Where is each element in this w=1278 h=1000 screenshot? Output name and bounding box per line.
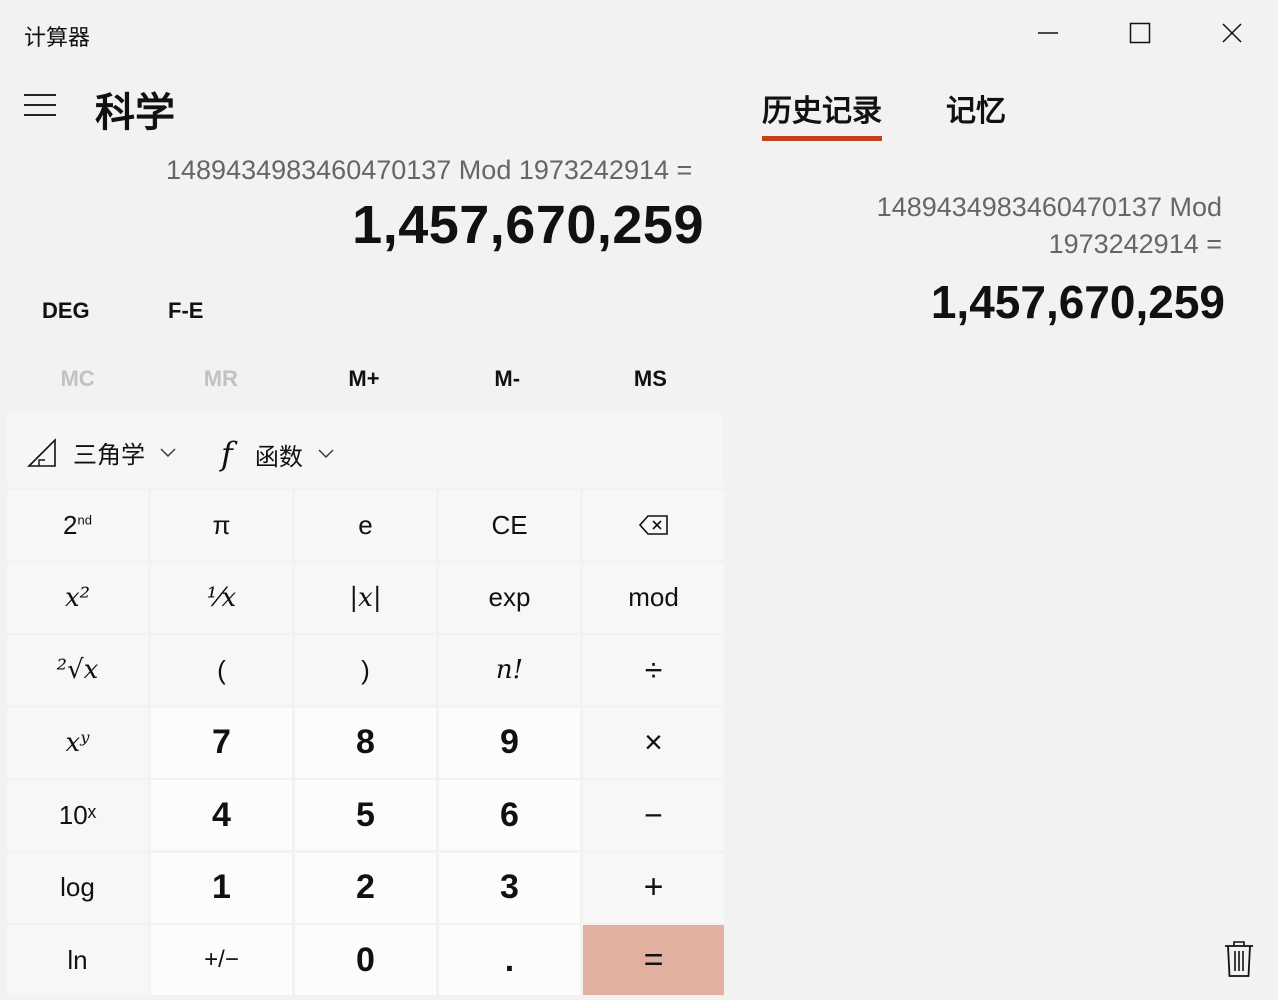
subtract-button[interactable]: − (583, 780, 724, 850)
memory-row: MC MR M+ M- MS (6, 366, 722, 396)
menu-button[interactable] (24, 94, 56, 116)
clear-entry-button[interactable]: CE (439, 490, 580, 560)
tab-memory[interactable]: 记忆 (946, 86, 1006, 130)
trig-label: 三角学 (73, 442, 145, 469)
negate-button[interactable]: +/− (151, 925, 292, 995)
digit-8-button[interactable]: 8 (295, 707, 436, 778)
digit-1-button[interactable]: 1 (151, 852, 292, 923)
e-button[interactable]: e (295, 490, 436, 560)
open-paren-button[interactable]: ( (151, 635, 292, 705)
maximize-icon (1129, 22, 1151, 44)
chevron-down-icon (318, 449, 334, 458)
abs-button[interactable]: |x| (295, 562, 436, 633)
digit-4-button[interactable]: 4 (151, 780, 292, 850)
active-tab-indicator (762, 136, 882, 141)
digit-2-button[interactable]: 2 (295, 852, 436, 923)
ten-power-button[interactable]: 10ˣ (7, 780, 148, 850)
mode-title: 科学 (95, 90, 175, 136)
history-result: 1,457,670,259 (930, 276, 1225, 328)
square-button[interactable]: x² (7, 562, 148, 633)
divide-button[interactable]: ÷ (583, 635, 724, 705)
tab-history[interactable]: 历史记录 (762, 86, 882, 130)
digit-3-button[interactable]: 3 (439, 852, 580, 923)
digit-6-button[interactable]: 6 (439, 780, 580, 850)
memory-add-button[interactable]: M+ (292, 366, 435, 396)
log-button[interactable]: log (7, 852, 148, 923)
digit-7-button[interactable]: 7 (151, 707, 292, 778)
trash-icon (1225, 941, 1253, 977)
second-button[interactable]: 2nd (7, 490, 148, 560)
backspace-button[interactable] (583, 490, 724, 560)
decimal-button[interactable]: . (439, 925, 580, 995)
trig-dropdown[interactable]: 三角学 (27, 435, 177, 470)
function-label: 函数 (254, 443, 303, 471)
result-display: 1,457,670,259 (352, 195, 704, 255)
factorial-button[interactable]: n! (439, 635, 580, 705)
pi-button[interactable]: π (151, 490, 292, 560)
clear-history-button[interactable] (1222, 940, 1256, 978)
memory-clear-button[interactable]: MC (6, 366, 149, 396)
chevron-down-icon (160, 448, 176, 457)
digit-0-button[interactable]: 0 (295, 925, 436, 995)
window-title: 计算器 (24, 25, 91, 50)
power-button[interactable]: xʸ (7, 707, 148, 778)
square-root-button[interactable]: ²√x (7, 635, 148, 705)
minimize-button[interactable] (1018, 10, 1078, 56)
ln-button[interactable]: ln (7, 925, 148, 995)
add-button[interactable]: + (583, 852, 724, 923)
expression-display: 1489434983460470137 Mod 1973242914 = (166, 155, 693, 185)
reciprocal-button[interactable]: ¹⁄x (151, 562, 292, 633)
close-icon (1222, 23, 1242, 43)
function-bar: 三角学 f 函数 (7, 413, 723, 487)
history-item[interactable]: 1489434983460470137 Mod 1973242914 = 1,4… (760, 180, 1256, 340)
maximize-button[interactable] (1110, 10, 1170, 56)
history-expression-line2: 1973242914 = (1048, 229, 1222, 259)
digit-9-button[interactable]: 9 (439, 707, 580, 778)
function-f-icon: f (221, 435, 233, 473)
memory-recall-button[interactable]: MR (149, 366, 292, 396)
exp-button[interactable]: exp (439, 562, 580, 633)
digit-5-button[interactable]: 5 (295, 780, 436, 850)
backspace-icon (638, 515, 668, 535)
triangle-ruler-icon (27, 437, 56, 467)
close-paren-button[interactable]: ) (295, 635, 436, 705)
function-dropdown[interactable]: f 函数 (221, 435, 335, 473)
close-button[interactable] (1202, 10, 1262, 56)
mod-button[interactable]: mod (583, 562, 724, 633)
memory-subtract-button[interactable]: M- (436, 366, 579, 396)
angle-unit-button[interactable]: DEG (42, 298, 90, 324)
keypad: 2nd π e CE x² ¹⁄x |x| exp mod ²√x ( ) n!… (7, 490, 724, 995)
memory-store-button[interactable]: MS (579, 366, 722, 396)
equals-button[interactable]: = (583, 925, 724, 995)
hamburger-icon (24, 94, 56, 96)
minimize-icon (1038, 32, 1058, 34)
fe-button[interactable]: F-E (168, 298, 203, 324)
history-expression-line1: 1489434983460470137 Mod (876, 192, 1222, 222)
multiply-button[interactable]: × (583, 707, 724, 778)
